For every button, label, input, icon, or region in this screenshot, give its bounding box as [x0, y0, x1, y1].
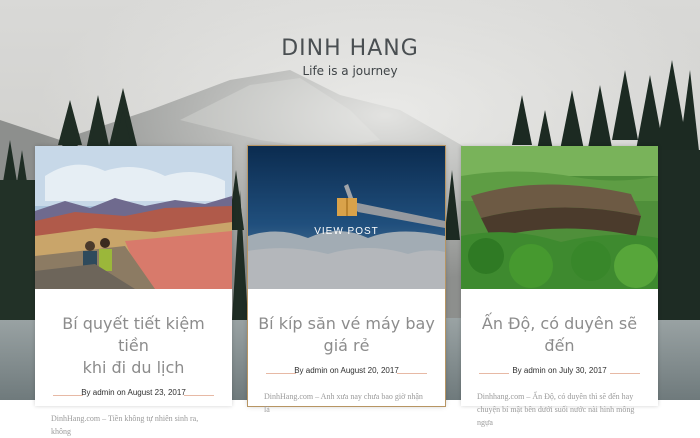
- divider: [184, 395, 214, 396]
- post-thumbnail-image[interactable]: [35, 146, 232, 289]
- book-icon: [337, 198, 357, 216]
- divider: [266, 373, 296, 374]
- author-link[interactable]: admin: [524, 366, 546, 375]
- view-post-overlay[interactable]: VIEW POST: [248, 226, 445, 237]
- post-title[interactable]: Bí quyết tiết kiệm tiền khi đi du lịch: [45, 313, 222, 379]
- post-excerpt: DinhHang.com – Tiền không tự nhiên sinh …: [51, 414, 199, 436]
- post-title[interactable]: Ấn Độ, có duyên sẽ đến: [471, 313, 648, 357]
- post-meta: By admin on August 20, 2017: [248, 366, 445, 380]
- divider: [610, 373, 640, 374]
- site-title[interactable]: DINH HANG: [0, 36, 700, 61]
- post-card[interactable]: Bí quyết tiết kiệm tiền khi đi du lịch B…: [35, 146, 232, 436]
- site-tagline: Life is a journey: [302, 64, 398, 78]
- post-excerpt: DinhHang.com – Anh xưa nay chưa bao giờ …: [264, 392, 423, 414]
- post-card[interactable]: VIEW POST Bí kíp săn vé máy bay giá rẻ B…: [248, 146, 445, 414]
- post-date-link[interactable]: August 20, 2017: [341, 366, 399, 375]
- post-date-link[interactable]: August 23, 2017: [128, 388, 186, 397]
- post-card[interactable]: Ấn Độ, có duyên sẽ đến By admin on July …: [461, 146, 658, 427]
- divider: [53, 395, 83, 396]
- post-date-link[interactable]: July 30, 2017: [559, 366, 607, 375]
- post-meta: By admin on July 30, 2017: [461, 366, 658, 380]
- post-thumbnail-image[interactable]: VIEW POST: [248, 146, 445, 289]
- author-link[interactable]: admin: [93, 388, 115, 397]
- divider: [397, 373, 427, 374]
- post-thumbnail-image[interactable]: [461, 146, 658, 289]
- author-link[interactable]: admin: [306, 366, 328, 375]
- post-title[interactable]: Bí kíp săn vé máy bay giá rẻ: [258, 313, 435, 357]
- divider: [479, 373, 509, 374]
- post-excerpt: Dinhhang.com – Ấn Độ, có duyên thì sẽ đế…: [477, 392, 635, 427]
